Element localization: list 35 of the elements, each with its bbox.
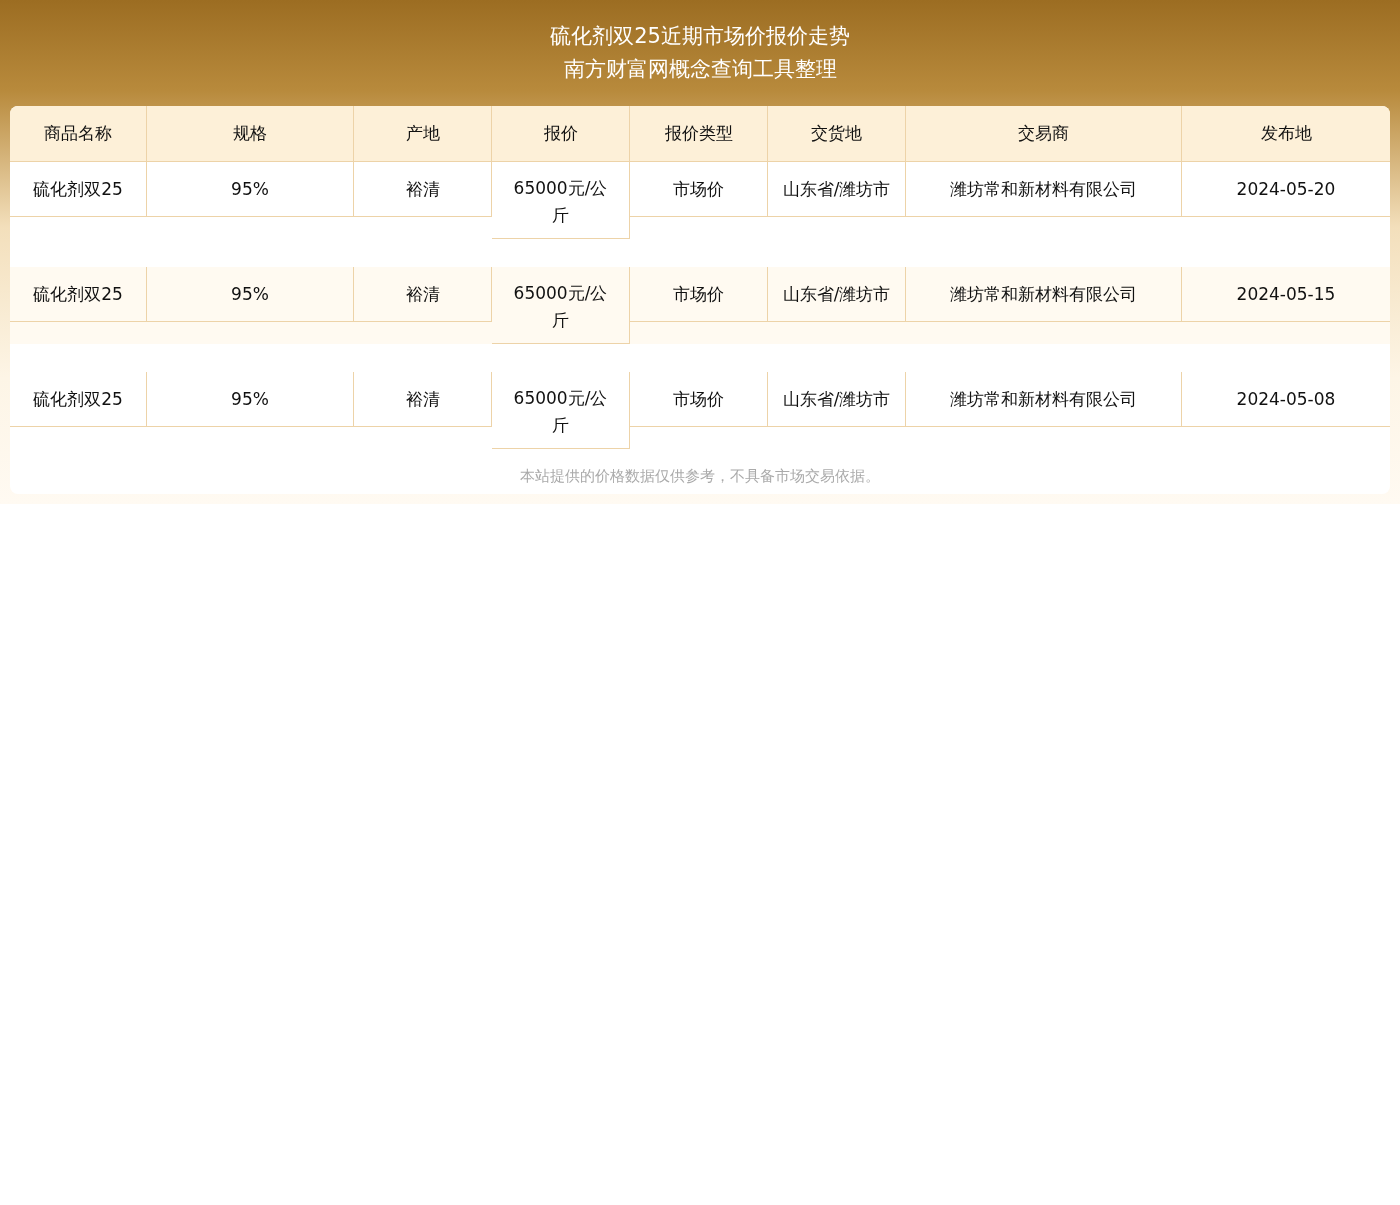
disclaimer-text: 本站提供的价格数据仅供参考，不具备市场交易依据。 [519,467,881,487]
table-cell: 裕清 [354,162,492,217]
column-header: 交货地 [768,106,906,162]
column-header: 规格 [147,106,354,162]
table-cell: 硫化剂双25 [10,267,147,322]
column-header: 产地 [354,106,492,162]
table-cell: 裕清 [354,267,492,322]
table-cell: 山东省/潍坊市 [768,162,906,217]
page-title: 硫化剂双25近期市场价报价走势 [549,23,851,50]
table-cell: 65000元/公斤 [492,267,630,344]
table-cell: 山东省/潍坊市 [768,267,906,322]
table-cell: 2024-05-20 [1182,162,1390,217]
column-header: 发布地 [1182,106,1390,162]
table-cell: 硫化剂双25 [10,162,147,217]
table-cell: 65000元/公斤 [492,372,630,449]
column-header: 商品名称 [10,106,147,162]
column-header: 报价类型 [630,106,768,162]
table-cell: 市场价 [630,267,768,322]
table-cell: 市场价 [630,162,768,217]
column-header: 报价 [492,106,630,162]
column-header: 交易商 [906,106,1182,162]
table-cell: 95% [147,162,354,217]
table-cell: 潍坊常和新材料有限公司 [906,372,1182,427]
page-title: 南方财富网概念查询工具整理 [562,56,838,83]
table-cell: 2024-05-15 [1182,267,1390,322]
table-cell: 95% [147,267,354,322]
table-cell: 市场价 [630,372,768,427]
table-cell: 潍坊常和新材料有限公司 [906,162,1182,217]
table-cell: 2024-05-08 [1182,372,1390,427]
table-cell: 山东省/潍坊市 [768,372,906,427]
table-cell: 裕清 [354,372,492,427]
table-cell: 潍坊常和新材料有限公司 [906,267,1182,322]
table-cell: 65000元/公斤 [492,162,630,239]
table-cell: 硫化剂双25 [10,372,147,427]
table-cell: 95% [147,372,354,427]
